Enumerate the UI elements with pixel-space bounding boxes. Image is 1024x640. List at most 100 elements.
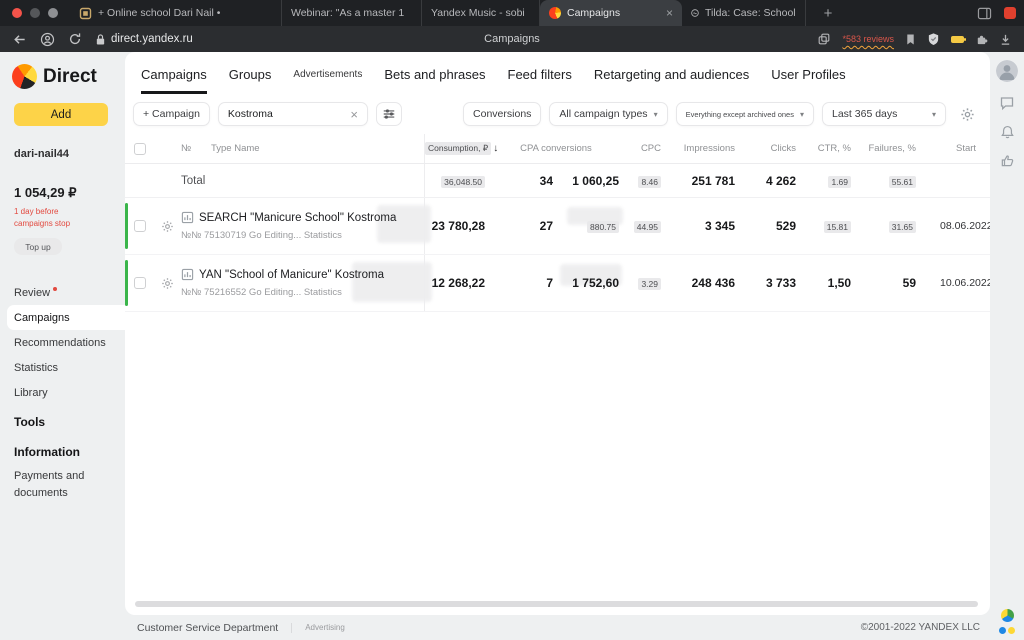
search-input[interactable]: Kostroma × bbox=[217, 102, 368, 126]
minimize-window-button[interactable] bbox=[30, 8, 40, 18]
support-link[interactable]: Customer Service Department bbox=[137, 622, 278, 634]
yellow-widget-icon[interactable] bbox=[1008, 627, 1015, 634]
filter-settings-button[interactable] bbox=[375, 102, 402, 126]
tab-bets-and-phrases[interactable]: Bets and phrases bbox=[384, 67, 485, 94]
clear-search-icon[interactable]: × bbox=[350, 107, 358, 122]
new-tab-button[interactable]: + bbox=[814, 0, 842, 26]
sidebar-item-statistics[interactable]: Statistics bbox=[0, 355, 125, 380]
bookmark-icon[interactable] bbox=[905, 33, 916, 46]
back-icon[interactable] bbox=[12, 32, 27, 47]
close-tab-icon[interactable]: × bbox=[660, 6, 673, 20]
user-avatar[interactable] bbox=[996, 60, 1018, 82]
sidebar-heading-tools[interactable]: Tools bbox=[0, 409, 125, 435]
account-username[interactable]: dari-nail44 bbox=[14, 148, 125, 160]
add-campaign-button[interactable]: Add bbox=[14, 103, 108, 126]
tab-user-profiles[interactable]: User Profiles bbox=[771, 67, 845, 94]
new-campaign-button[interactable]: + Campaign bbox=[133, 102, 210, 126]
blue-widget-icon[interactable] bbox=[999, 627, 1006, 634]
sidebar-item-label: Campaigns bbox=[14, 311, 70, 324]
campaign-name[interactable]: SEARCH "Manicure School" Kostroma bbox=[181, 211, 424, 224]
downloads-icon[interactable] bbox=[999, 33, 1012, 46]
campaign-meta-links[interactable]: №№ 75216552 Go Editing... Statistics bbox=[181, 287, 424, 298]
col-ctr[interactable]: CTR, % bbox=[800, 143, 855, 154]
address-bar: direct.yandex.ru Campaigns *583 reviews bbox=[0, 26, 1024, 52]
horizontal-scrollbar[interactable] bbox=[135, 601, 978, 607]
table-header-row: № Type Name Consumption, ₽ ↓ CPA conversi… bbox=[125, 134, 990, 164]
sidebar-item-payments[interactable]: Payments and documents bbox=[0, 468, 125, 501]
total-conversions: 34 bbox=[539, 173, 553, 188]
main-column: Campaigns Groups Advertisements Bets and… bbox=[125, 52, 990, 640]
row-gear-icon[interactable] bbox=[161, 277, 174, 290]
col-consumption[interactable]: Consumption, ₽ ↓ bbox=[425, 142, 498, 155]
profile-icon[interactable] bbox=[40, 32, 55, 47]
sidebar-item-campaigns[interactable]: Campaigns bbox=[7, 305, 125, 330]
reload-icon[interactable] bbox=[68, 32, 82, 46]
right-filter-group: Conversions All campaign types ▾ Everyth… bbox=[463, 102, 980, 126]
sidebar-item-review[interactable]: Review bbox=[0, 280, 125, 305]
browser-tab-online-school[interactable]: + Online school Dari Nail • bbox=[70, 0, 282, 26]
tab-groups[interactable]: Groups bbox=[229, 67, 272, 94]
campaign-name-text: YAN "School of Manicure" Kostroma bbox=[199, 268, 384, 281]
cell-cpa: 1 752,60 bbox=[572, 276, 619, 290]
date-range-dropdown[interactable]: Last 365 days ▾ bbox=[822, 102, 946, 126]
row-checkbox[interactable] bbox=[134, 277, 146, 289]
reviews-badge[interactable]: *583 reviews bbox=[842, 34, 894, 44]
tab-retargeting[interactable]: Retargeting and audiences bbox=[594, 67, 749, 94]
cell-consumption: 12 268,22 bbox=[431, 276, 485, 290]
browser-tab-campaigns-active[interactable]: Campaigns × bbox=[540, 0, 682, 26]
sidebar-item-label: Payments and bbox=[14, 470, 85, 482]
main-content: Campaigns Groups Advertisements Bets and… bbox=[125, 52, 990, 615]
account-balance: 1 054,29 ₽ bbox=[14, 185, 77, 200]
maximize-window-button[interactable] bbox=[48, 8, 58, 18]
col-clicks[interactable]: Clicks bbox=[739, 143, 800, 154]
col-cpa-conversions[interactable]: CPA conversions bbox=[489, 143, 623, 154]
extension-red-icon[interactable] bbox=[1004, 7, 1016, 19]
row-checkbox[interactable] bbox=[134, 220, 146, 232]
col-impressions[interactable]: Impressions bbox=[665, 143, 739, 154]
shield-icon[interactable] bbox=[927, 32, 940, 46]
col-failures[interactable]: Failures, % bbox=[855, 143, 920, 154]
tab-campaigns[interactable]: Campaigns bbox=[141, 67, 207, 94]
col-number[interactable]: № bbox=[181, 143, 211, 154]
bell-icon[interactable] bbox=[1000, 124, 1015, 140]
col-type-name[interactable]: Type Name bbox=[211, 134, 425, 163]
table-settings-button[interactable] bbox=[954, 102, 980, 126]
campaign-types-dropdown[interactable]: All campaign types ▾ bbox=[549, 102, 668, 126]
cell-clicks: 3 733 bbox=[765, 276, 796, 290]
notification-dot bbox=[53, 287, 58, 291]
cell-cpc: 3.29 bbox=[623, 274, 665, 292]
archive-filter-dropdown[interactable]: Everything except archived ones ▾ bbox=[675, 102, 814, 126]
chat-icon[interactable] bbox=[999, 95, 1015, 111]
tab-groups-icon[interactable] bbox=[817, 32, 831, 46]
tab-advertisements[interactable]: Advertisements bbox=[293, 69, 362, 94]
browser-tab-webinar[interactable]: Webinar: "As a master 1 bbox=[282, 0, 422, 26]
side-panel-icon[interactable] bbox=[977, 7, 992, 20]
sidebar-item-recommendations[interactable]: Recommendations bbox=[0, 330, 125, 355]
close-window-button[interactable] bbox=[12, 8, 22, 18]
browser-tab-bar: + Online school Dari Nail • Webinar: "As… bbox=[0, 0, 1024, 26]
conversions-button[interactable]: Conversions bbox=[463, 102, 542, 126]
chat-widget-icon[interactable] bbox=[1000, 609, 1014, 622]
row-gear-icon[interactable] bbox=[161, 220, 174, 233]
campaign-meta-links[interactable]: №№ 75130719 Go Editing... Statistics bbox=[181, 230, 424, 241]
sidebar-heading-information[interactable]: Information bbox=[0, 439, 125, 465]
battery-saver-icon[interactable] bbox=[951, 35, 966, 43]
right-rail bbox=[990, 52, 1024, 640]
extensions-puzzle-icon[interactable] bbox=[975, 33, 988, 46]
tab-title: + Online school Dari Nail • bbox=[98, 7, 221, 19]
col-cpc[interactable]: CPC bbox=[623, 143, 665, 154]
url-field[interactable]: direct.yandex.ru bbox=[95, 33, 193, 46]
browser-tab-tilda[interactable]: Tilda: Case: School of Money bbox=[682, 0, 806, 26]
browser-tab-yandex-music[interactable]: Yandex Music - sobi bbox=[422, 0, 540, 26]
thumbs-up-icon[interactable] bbox=[1000, 153, 1015, 168]
total-cpa: 1 060,25 bbox=[572, 173, 619, 188]
advertising-link[interactable]: Advertising bbox=[305, 623, 345, 632]
sidebar-item-library[interactable]: Library bbox=[0, 380, 125, 405]
top-up-button[interactable]: Top up bbox=[14, 238, 62, 255]
yandex-direct-logo[interactable]: Direct bbox=[12, 64, 125, 89]
total-failures-value: 55.61 bbox=[888, 175, 916, 188]
select-all-checkbox[interactable] bbox=[134, 142, 146, 155]
tab-feed-filters[interactable]: Feed filters bbox=[508, 67, 572, 94]
campaign-name[interactable]: YAN "School of Manicure" Kostroma bbox=[181, 268, 424, 281]
col-start[interactable]: Start bbox=[920, 143, 990, 154]
